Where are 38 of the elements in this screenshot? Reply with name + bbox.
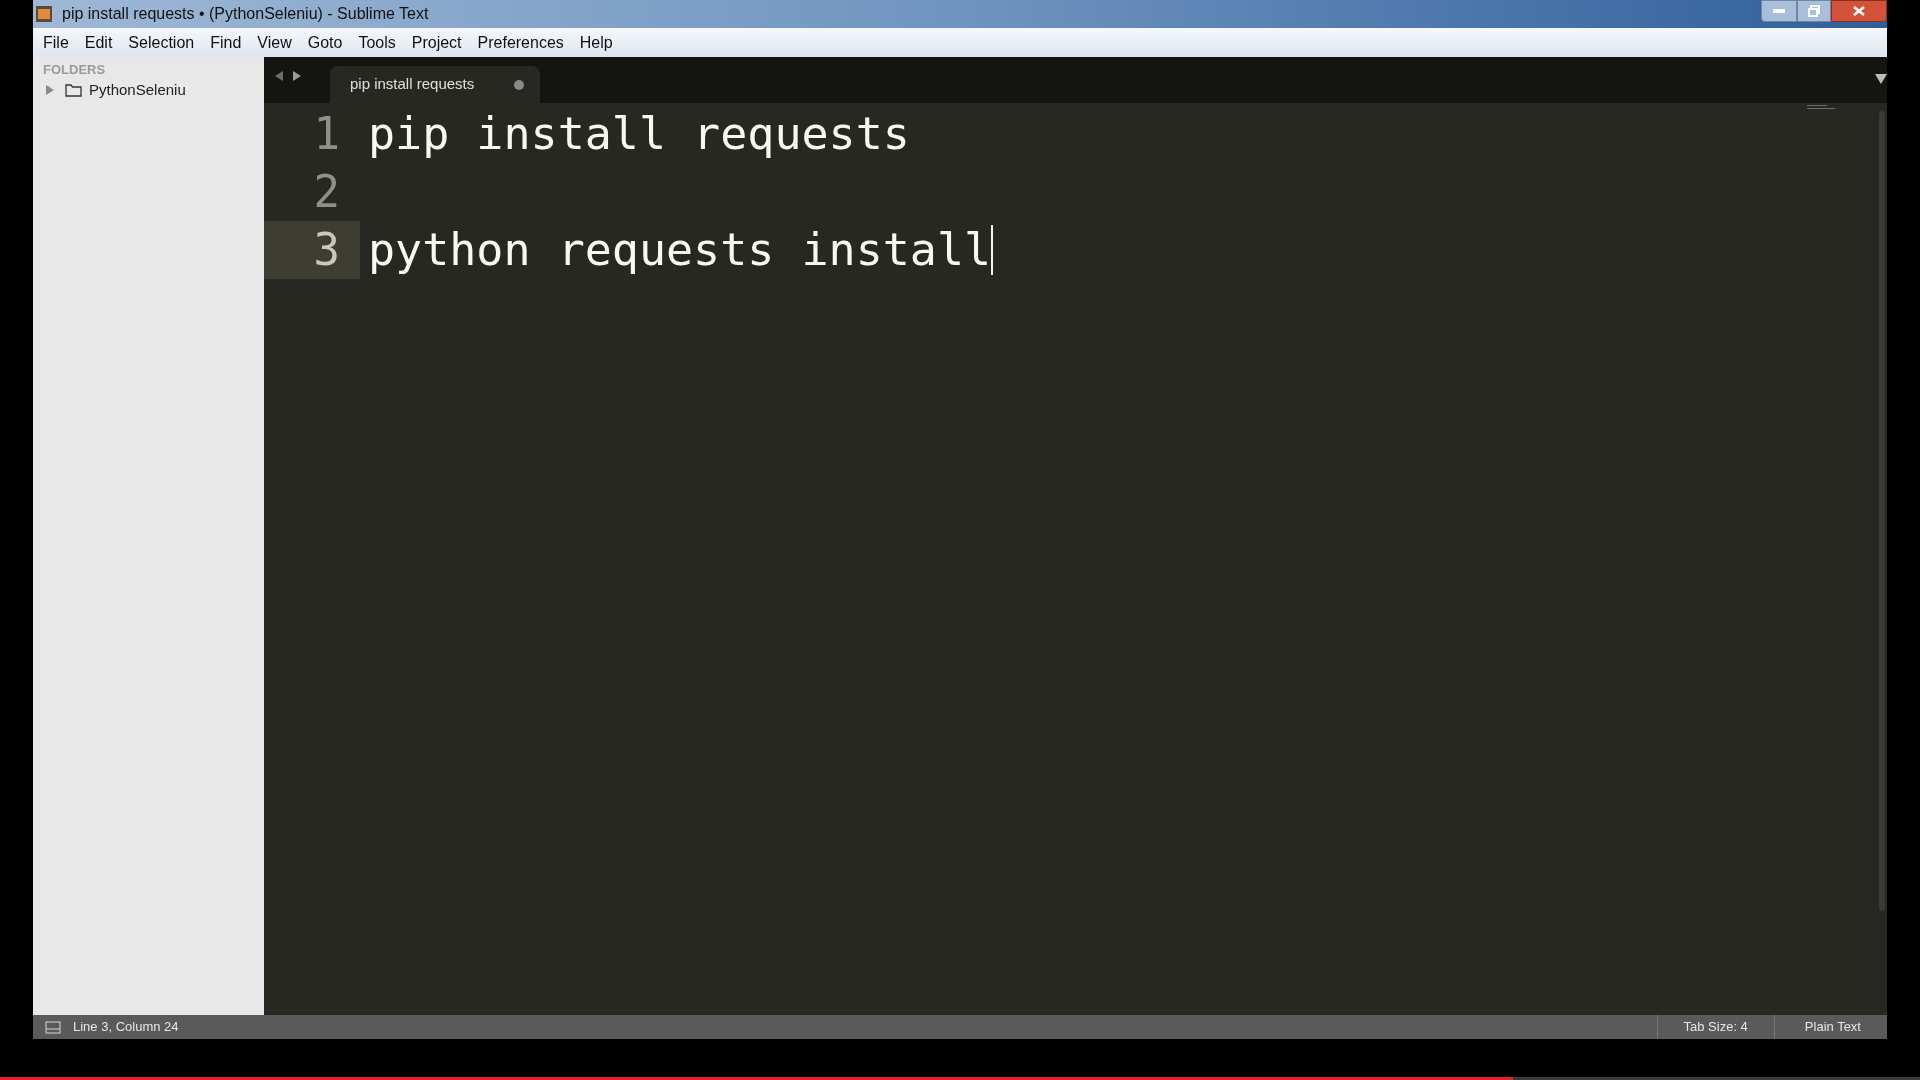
menu-item[interactable]: Preferences (469, 30, 572, 55)
previous-tab-icon[interactable] (274, 70, 284, 82)
tab-size[interactable]: Tab Size: 4 (1683, 1017, 1748, 1037)
line-number: 2 (312, 165, 341, 219)
syntax-mode[interactable]: Plain Text (1804, 1017, 1861, 1037)
menu-item[interactable]: Project (403, 30, 470, 55)
minimap (1807, 105, 1837, 111)
dropdown-icon[interactable] (1875, 74, 1887, 84)
code-line: python requests install (368, 222, 992, 279)
menu-item[interactable]: File (35, 30, 77, 55)
sidebar-heading: FOLDERS (42, 62, 107, 78)
next-tab-icon[interactable] (292, 70, 302, 82)
text-cursor (991, 225, 994, 275)
menu-item[interactable]: Find (202, 30, 250, 55)
minimize-icon (1773, 9, 1785, 13)
cursor-position: Line 3, Column 24 (73, 1018, 179, 1037)
app-icon (35, 5, 53, 23)
file-tab[interactable]: pip install requests (330, 66, 540, 103)
window-title: pip install requests • (PythonSeleniu) - Sublime Text (62, 4, 429, 24)
line-number: 3 (264, 221, 360, 279)
disclosure-icon[interactable] (45, 85, 55, 95)
menu-item[interactable]: Edit (76, 30, 121, 55)
code-line: pip install requests (368, 106, 910, 163)
folder-item[interactable]: PythonSeleniu (89, 78, 186, 102)
menu-item[interactable]: Tools (350, 30, 404, 55)
menu-item[interactable]: View (249, 30, 300, 55)
close-button[interactable] (1831, 0, 1887, 22)
close-icon (1853, 6, 1865, 16)
line-number: 1 (312, 107, 341, 161)
menu-item[interactable]: Help (571, 30, 621, 55)
restore-icon (1808, 5, 1820, 17)
panel-icon[interactable] (45, 1020, 61, 1034)
menu-item[interactable]: Selection (120, 30, 203, 55)
folder-icon (65, 83, 82, 97)
menu-item[interactable]: Goto (299, 30, 351, 55)
video-progress-bar[interactable] (0, 1077, 1920, 1080)
restore-button[interactable] (1797, 0, 1831, 22)
minimize-button[interactable] (1761, 0, 1797, 22)
